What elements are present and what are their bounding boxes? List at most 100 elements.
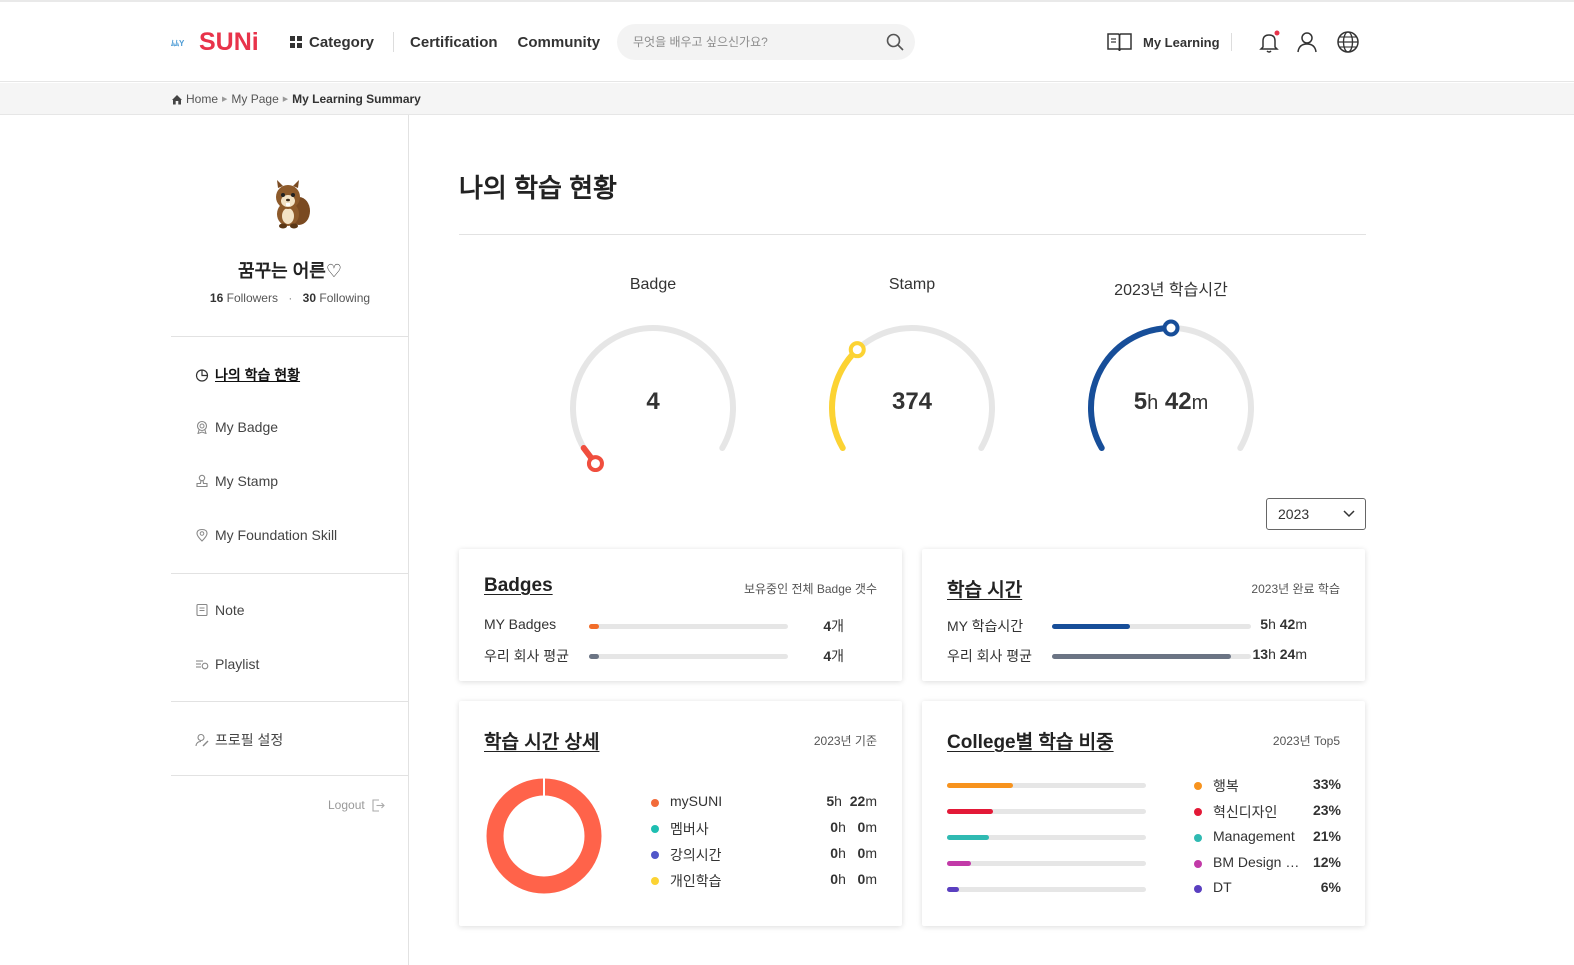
globe-icon[interactable] [1336,30,1360,54]
college-bar-fill [947,887,959,892]
legend-dot [1194,782,1202,790]
home-icon[interactable] [171,94,183,105]
legend-item-lecture: 강의시간 0h 0m [651,845,877,865]
nav-certification[interactable]: Certification [410,34,498,51]
sidebar-divider [171,775,408,776]
logout-button[interactable]: Logout [328,798,385,812]
breadcrumb: Home ▶ My Page ▶ My Learning Summary [171,92,421,106]
sidebar-divider [171,573,408,574]
breadcrumb-current: My Learning Summary [292,92,421,106]
donut-chart [486,777,602,894]
gauge-hours: 5 [1133,388,1148,415]
detail-card-title[interactable]: 학습 시간 상세 [484,727,599,754]
legend-label: 강의시간 [670,847,722,863]
user-icon[interactable] [1295,30,1319,54]
legend-label: Management [1213,828,1295,844]
legend-label: 멤버사 [670,821,709,837]
mysuni-logo[interactable]: ﾑﾑY SUNi [171,26,261,56]
legend-value: 23% [1312,802,1341,818]
breadcrumb-arrow-icon: ▶ [282,96,289,103]
sidebar-item-foundation-skill[interactable]: My Foundation Skill [195,527,337,543]
learning-time-card-title[interactable]: 학습 시간 [947,575,1022,602]
follow-counts: 16 Followers · 30 Following [209,291,371,305]
gauge-knob [586,455,604,472]
breadcrumb-bar: Home ▶ My Page ▶ My Learning Summary [0,83,1574,115]
company-avg-time-row: 우리 회사 평균 13h 24m [947,646,1337,666]
gauge-value: 4 [646,388,660,415]
row-label: MY Badges [484,616,557,632]
sidebar-item-my-stamp[interactable]: My Stamp [195,473,278,489]
legend-item-personal: 개인학습 0h 0m [651,871,877,891]
gauge-knob [1162,319,1180,337]
my-learning-link[interactable]: My Learning [1106,31,1220,53]
my-learning-label: My Learning [1143,34,1220,50]
nav-category[interactable]: Category [290,34,374,51]
legend-item-mysuni: mySUNI 5h 22m [651,793,877,813]
college-card-title[interactable]: College별 학습 비중 [947,727,1114,754]
sidebar-divider [171,701,408,702]
college-legend-item: 혁신디자인 23% [1194,802,1341,822]
legend-item-member: 멤버사 0h 0m [651,819,877,839]
followers-label[interactable]: Followers [227,291,278,305]
badge-gauge: Badge 4 [553,276,753,476]
legend-dot [651,851,659,859]
college-legend-item: BM Design … 12% [1194,854,1341,874]
row-value: 5h 42m [1260,616,1307,632]
my-learning-time-row: MY 학습시간 5h 42m [947,616,1337,636]
legend-label: 개인학습 [670,873,722,889]
legend-dot [1194,834,1202,842]
learning-time-card-subtitle: 2023년 완료 학습 [1251,582,1340,596]
nav-category-label: Category [309,33,375,51]
sidebar-item-label: My Badge [215,419,279,435]
avatar[interactable] [269,179,311,229]
svg-text:SUNi: SUNi [199,28,259,56]
progress-fill [1052,654,1232,659]
legend-label: BM Design … [1213,854,1300,870]
sidebar-divider [171,336,408,337]
following-label[interactable]: Following [319,291,370,305]
sidebar-item-playlist[interactable]: Playlist [195,656,259,672]
learning-time-card: 학습 시간 2023년 완료 학습 MY 학습시간 5h 42m 우리 회사 평… [922,549,1365,681]
badges-card: Badges 보유중인 전체 Badge 갯수 MY Badges 4개 우리 … [459,549,902,681]
legend-dot [651,877,659,885]
sidebar-item-note[interactable]: Note [195,602,245,618]
sidebar-item-label: Note [215,602,245,618]
breadcrumb-arrow-icon: ▶ [222,96,228,103]
row-label: MY 학습시간 [947,618,1024,634]
progress-track [589,654,788,659]
college-legend-item: 행복 33% [1194,776,1341,796]
legend-label: 혁신디자인 [1213,804,1278,820]
year-select[interactable]: 2023 [1266,498,1366,530]
search-icon[interactable] [885,32,905,52]
donut-ring [486,778,602,894]
legend-value: 6% [1320,879,1341,895]
sidebar-item-label: Playlist [215,656,260,672]
progress-fill [1052,624,1130,629]
breadcrumb-mypage[interactable]: My Page [231,92,278,106]
legend-label: 행복 [1213,778,1239,794]
bell-icon[interactable] [1257,30,1281,54]
college-card-subtitle: 2023년 Top5 [1272,734,1340,748]
note-icon [196,603,208,617]
breadcrumb-home[interactable]: Home [186,92,218,106]
legend-value: 0h 0m [830,871,877,887]
book-icon [1107,33,1132,52]
skill-icon [196,528,208,542]
progress-fill [589,654,599,659]
followers-count: 16 [209,291,224,305]
following-count: 30 [302,291,317,305]
college-bar-fill [947,835,989,840]
search-input[interactable] [633,33,883,51]
title-divider [459,234,1366,235]
badges-card-title[interactable]: Badges [484,575,553,597]
nav-community[interactable]: Community [518,34,601,51]
legend-dot [1194,885,1202,893]
badge-icon [196,420,208,434]
sidebar-item-my-badge[interactable]: My Badge [195,419,278,435]
sidebar-item-label: 나의 학습 현황 [215,367,301,383]
legend-dot [1194,808,1202,816]
sidebar-item-learning-summary[interactable]: 나의 학습 현황 [195,365,300,385]
learning-time-gauge: 2023년 학습시간 5h 42m [1071,276,1271,476]
sidebar-item-profile-settings[interactable]: 프로필 설정 [195,730,283,750]
row-value: 13h 24m [1252,646,1307,662]
